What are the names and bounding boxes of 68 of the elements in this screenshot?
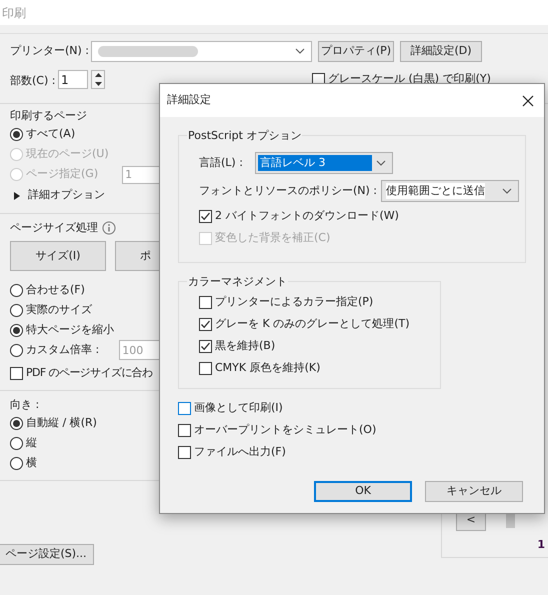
triangle-right-icon	[14, 192, 20, 200]
checkbox-label: ファイルへ出力(F)	[194, 444, 286, 460]
radio-button[interactable]	[10, 128, 23, 141]
chevron-down-icon	[294, 48, 305, 54]
radio-button[interactable]	[10, 284, 23, 296]
radio-label: 縦	[26, 435, 37, 452]
checkbox-label: CMYK 原色を維持(K)	[215, 360, 320, 376]
checkbox[interactable]	[10, 366, 23, 380]
check-icon	[200, 340, 211, 352]
group-heading: カラーマネジメント	[187, 274, 288, 289]
copies-label: 部数(C) :	[10, 73, 56, 89]
radio-label: 現在のページ(U)	[26, 146, 109, 162]
section-heading: 向き :	[10, 397, 40, 413]
checkbox-label: PDF のページサイズに合わ	[26, 364, 153, 381]
radio-button[interactable]	[10, 344, 23, 356]
checkbox[interactable]	[199, 362, 212, 374]
radio-button[interactable]	[10, 457, 23, 470]
close-icon[interactable]	[522, 94, 534, 106]
check-icon	[200, 318, 211, 330]
copies-field[interactable]: 1	[58, 70, 88, 89]
radio-label: 自動縦 / 横(R)	[26, 415, 97, 432]
radio-label: 合わせる(F)	[26, 282, 85, 298]
radio-button[interactable]	[10, 437, 23, 450]
section-heading: ページサイズ処理	[10, 220, 98, 236]
sizing-button[interactable]: ポ	[115, 241, 159, 271]
font-policy-dropdown[interactable]: 使用範囲ごとに送信	[381, 180, 520, 202]
radio-label: すべて(A)	[26, 126, 76, 142]
slider-thumb[interactable]	[506, 514, 515, 528]
dialog-button[interactable]: OK	[314, 481, 412, 502]
window-title: 印刷	[2, 4, 26, 22]
radio-label: 実際のサイズ	[26, 302, 92, 318]
radio-button[interactable]	[10, 324, 23, 336]
page-number: 1	[537, 536, 545, 552]
section-heading: 印刷するページ	[10, 108, 88, 124]
copies-spinner[interactable]	[91, 70, 105, 89]
checkbox[interactable]	[199, 296, 212, 308]
info-icon	[102, 220, 116, 235]
checkbox-label: 黒を維持(B)	[215, 338, 276, 354]
dialog-title: 詳細設定	[167, 92, 211, 108]
checkbox[interactable]	[199, 210, 212, 222]
checkbox[interactable]	[199, 340, 212, 352]
radio-button[interactable]	[10, 417, 23, 430]
dialog-button[interactable]: キャンセル	[425, 481, 523, 502]
more-options-toggle[interactable]: 詳細オプション	[10, 184, 159, 206]
page-setup-button[interactable]: ページ設定(S)...	[0, 544, 94, 564]
checkbox-label: 変色した背景を補正(C)	[215, 230, 330, 246]
checkbox-label: グレーを K のみのグレーとして処理(T)	[215, 316, 410, 332]
advanced-button[interactable]: 詳細設定(D)	[400, 40, 482, 62]
language-label: 言語(L) :	[199, 154, 244, 171]
radio-label: 特大ページを縮小	[26, 322, 114, 338]
chevron-down-icon	[376, 160, 386, 166]
chevron-down-icon	[502, 188, 512, 194]
radio-label: ページ指定(G)	[26, 166, 98, 182]
radio-label: 横	[26, 455, 37, 472]
radio-button[interactable]	[10, 304, 23, 316]
checkbox-label: 画像として印刷(I)	[194, 400, 283, 416]
check-icon	[200, 210, 211, 222]
checkbox-label: プリンターによるカラー指定(P)	[215, 294, 374, 310]
printer-label: プリンター(N) :	[10, 42, 90, 59]
checkbox[interactable]	[199, 318, 212, 330]
language-dropdown[interactable]: 言語レベル 3	[255, 152, 393, 174]
sizing-button[interactable]: サイズ(I)	[10, 241, 106, 271]
checkbox-label: 2 バイトフォントのダウンロード(W)	[215, 208, 399, 224]
radio-label: カスタム倍率 :	[26, 342, 100, 358]
font-policy-label: フォントとリソースのポリシー(N) :	[199, 182, 378, 199]
checkbox-label: オーバープリントをシミュレート(O)	[194, 422, 376, 438]
group-heading: PostScript オプション	[187, 128, 302, 143]
properties-button[interactable]: プロパティ(P)	[318, 40, 394, 62]
